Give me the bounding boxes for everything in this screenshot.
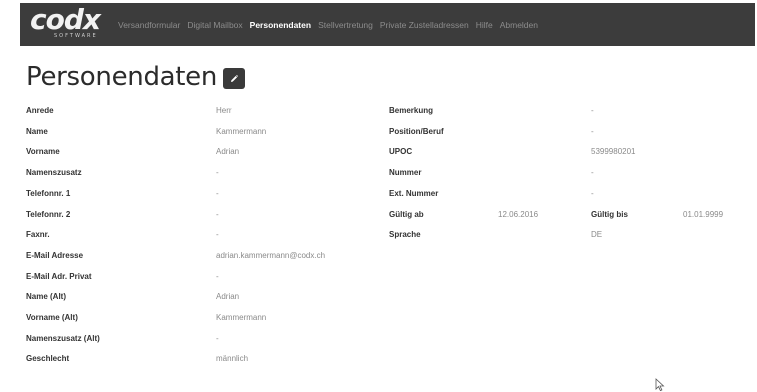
value-faxnr: -	[216, 230, 219, 240]
value-namenszusatz-alt: -	[216, 333, 219, 343]
value-bemerkung: -	[591, 106, 594, 115]
label-upoc: UPOC	[389, 147, 413, 157]
value-e-mail-adr-privat: -	[216, 271, 219, 281]
mouse-cursor-icon	[655, 378, 665, 392]
top-navbar: codx SOFTWARE Versandformular Digital Mai…	[20, 3, 755, 46]
nav-item-digital-mailbox[interactable]: Digital Mailbox	[187, 20, 242, 30]
value-vorname-alt: Kammermann	[216, 313, 267, 322]
edit-button[interactable]	[223, 68, 246, 89]
value-name-alt: Adrian	[216, 292, 240, 302]
nav-item-stellvertretung[interactable]: Stellvertretung	[318, 20, 373, 30]
nav-item-versandformular[interactable]: Versandformular	[118, 20, 180, 30]
codx-logo[interactable]: codx SOFTWARE	[26, 3, 114, 46]
value-nummer: -	[591, 168, 594, 178]
value-position-beruf: -	[591, 126, 594, 136]
label-namenszusatz: Namenszusatz	[26, 168, 82, 178]
value-e-mail-adresse: adrian.kammermann@codx.ch	[216, 250, 326, 260]
label-faxnr: Faxnr.	[26, 230, 50, 240]
nav-item-abmelden[interactable]: Abmelden	[500, 20, 538, 30]
value-ext-nummer: -	[591, 188, 594, 198]
label-nummer: Nummer	[389, 168, 422, 178]
label-telefonnr-1: Telefonnr. 1	[26, 188, 71, 198]
label-name-alt: Name (Alt)	[26, 292, 67, 302]
pencil-icon	[231, 74, 239, 82]
value-telefonnr-1: -	[216, 188, 219, 198]
label-namenszusatz-alt: Namenszusatz (Alt)	[26, 333, 100, 343]
label-bemerkung: Bemerkung	[389, 106, 434, 115]
label-e-mail-adresse: E-Mail Adresse	[26, 250, 84, 260]
nav-item-hilfe[interactable]: Hilfe	[476, 20, 493, 30]
label-gueltig-bis: Gültig bis	[591, 209, 628, 219]
nav-item-private-zustelladressen[interactable]: Private Zustelladressen	[380, 20, 469, 30]
page-title: Personendaten	[26, 62, 218, 92]
value-geschlecht: männlich	[216, 354, 249, 364]
logo-subtitle: SOFTWARE	[54, 33, 98, 39]
value-namenszusatz: -	[216, 168, 219, 178]
value-sprache: DE	[591, 230, 603, 240]
value-gueltig-ab: 12.06.2016	[498, 209, 539, 219]
label-name: Name	[26, 126, 48, 136]
value-vorname: Adrian	[216, 147, 240, 157]
label-position-beruf: Position/Beruf	[389, 126, 444, 136]
value-name: Kammermann	[216, 126, 267, 136]
label-vorname: Vorname	[26, 147, 60, 157]
value-anrede: Herr	[216, 106, 232, 115]
label-e-mail-adr-privat: E-Mail Adr. Privat	[26, 271, 92, 281]
label-telefonnr-2: Telefonnr. 2	[26, 209, 71, 219]
logo-wordmark: codx	[30, 3, 101, 36]
main-nav: Versandformular Digital Mailbox Personenda…	[118, 20, 545, 30]
value-telefonnr-2: -	[216, 209, 219, 219]
label-vorname-alt: Vorname (Alt)	[26, 313, 78, 322]
value-gueltig-bis: 01.01.9999	[683, 209, 724, 219]
label-sprache: Sprache	[389, 230, 421, 240]
nav-item-personendaten[interactable]: Personendaten	[250, 20, 311, 30]
label-gueltig-ab: Gültig ab	[389, 209, 424, 219]
label-anrede: Anrede	[26, 106, 54, 115]
label-geschlecht: Geschlecht	[26, 354, 70, 364]
page-header: Personendaten	[26, 62, 246, 92]
value-upoc: 5399980201	[591, 147, 636, 157]
label-ext-nummer: Ext. Nummer	[389, 188, 439, 198]
